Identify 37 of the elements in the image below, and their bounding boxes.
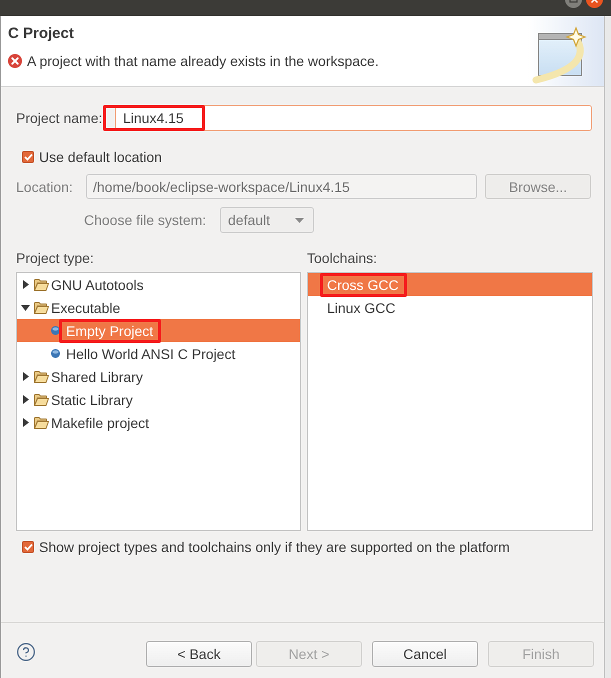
tree-item[interactable]: Shared Library xyxy=(17,365,300,388)
error-message: A project with that name already exists in the workspace. xyxy=(27,52,379,70)
checkbox[interactable] xyxy=(22,541,34,553)
dot-icon xyxy=(51,349,60,358)
tree-item[interactable]: Hello World ANSI C Project xyxy=(17,342,300,365)
tree-item[interactable]: Static Library xyxy=(17,388,300,411)
dialog-button[interactable]: < Back xyxy=(146,641,252,667)
caret-down-icon xyxy=(295,218,304,222)
folder-icon xyxy=(34,278,49,290)
close-icon[interactable] xyxy=(586,0,603,8)
folder-icon xyxy=(34,394,49,406)
field-label: Project name: xyxy=(16,109,104,127)
checkbox[interactable] xyxy=(22,151,34,163)
tree-item[interactable]: Makefile project xyxy=(17,411,300,434)
caret-right-icon[interactable] xyxy=(23,280,29,289)
checkbox-label: Show project types and toolchains only if they are supported on the platform xyxy=(39,538,510,556)
project-name-field[interactable]: Linux4.15 xyxy=(115,105,592,131)
caret-right-icon[interactable] xyxy=(23,418,29,427)
dot-icon xyxy=(51,326,60,335)
caret-down-icon[interactable] xyxy=(21,304,30,310)
folder-icon xyxy=(34,370,49,382)
tree-item[interactable]: GNU Autotools xyxy=(17,273,300,296)
page-title: C Project xyxy=(8,25,74,43)
error-icon xyxy=(8,54,22,68)
dialog-button[interactable]: Cancel xyxy=(372,641,478,667)
caret-right-icon[interactable] xyxy=(23,372,29,381)
list-label: Project type: xyxy=(16,249,94,267)
folder-icon xyxy=(34,416,49,428)
tree-item[interactable]: Executable xyxy=(17,296,300,319)
list-label: Toolchains: xyxy=(307,249,378,267)
list-item[interactable]: Linux GCC xyxy=(308,296,592,319)
checkbox-label: Use default location xyxy=(39,148,162,166)
help-icon[interactable] xyxy=(16,642,36,662)
field-label: Choose file system: xyxy=(84,211,208,229)
field-label: Location: xyxy=(16,178,74,196)
caret-right-icon[interactable] xyxy=(23,395,29,404)
folder-icon xyxy=(34,302,49,314)
